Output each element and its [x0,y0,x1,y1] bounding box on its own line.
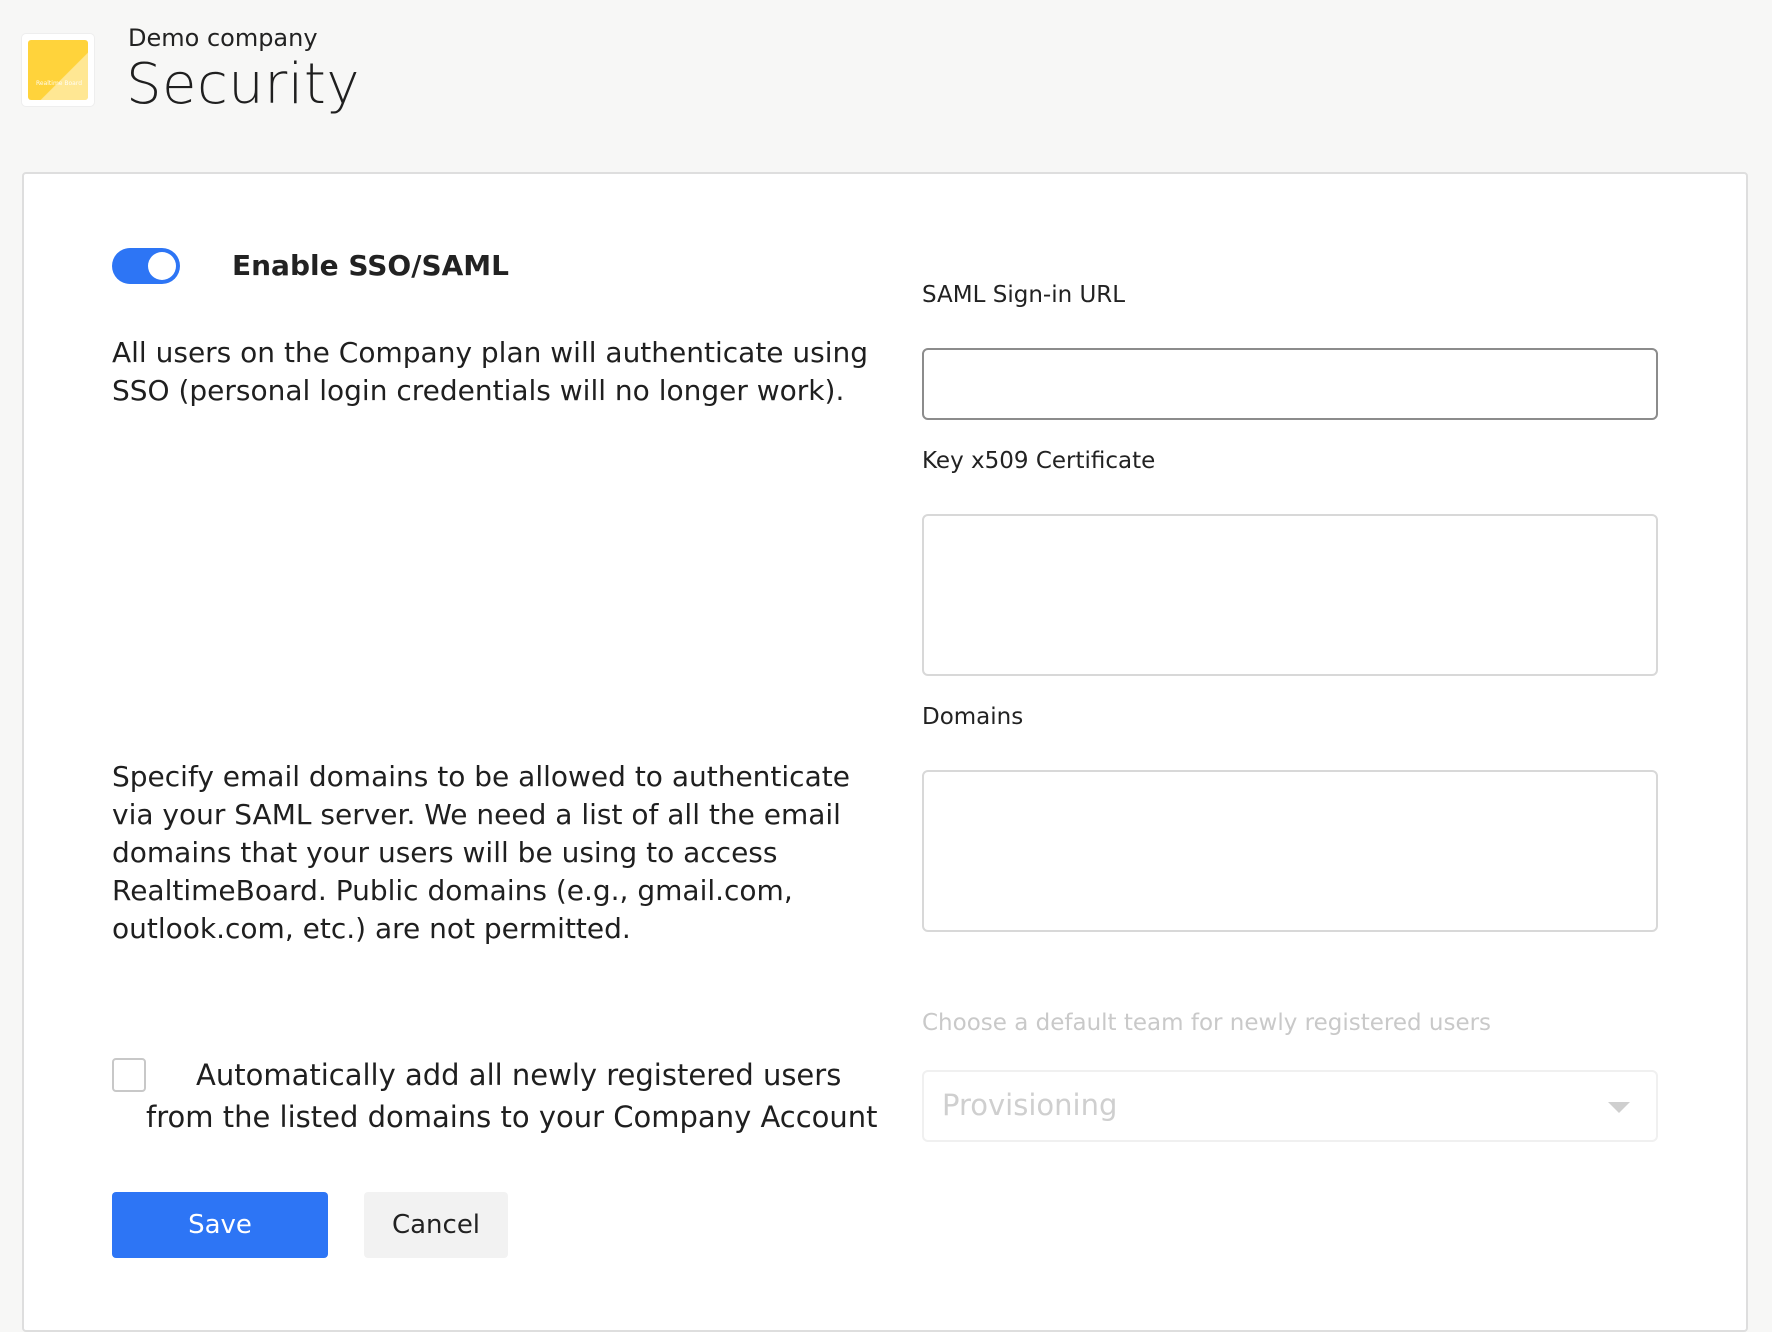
sso-toggle-label: Enable SSO/SAML [232,249,509,282]
domains-label: Domains [922,704,1024,730]
chevron-down-icon [1608,1102,1630,1113]
toggle-knob [148,252,176,280]
default-team-label: Choose a default team for newly register… [922,1010,1492,1036]
certificate-textarea[interactable] [922,514,1658,676]
domains-textarea[interactable] [922,770,1658,932]
auto-add-checkbox[interactable] [112,1058,146,1092]
sso-toggle[interactable] [112,248,180,284]
security-settings-card: Enable SSO/SAML All users on the Company… [22,172,1748,1332]
page-title: Security [126,52,360,117]
default-team-value: Provisioning [942,1088,1118,1122]
domains-description: Specify email domains to be allowed to a… [112,760,850,945]
logo-image: Realtime Board [28,40,88,100]
company-name: Demo company [128,24,318,52]
saml-url-label: SAML Sign-in URL [922,282,1126,308]
logo-text: Realtime Board [36,80,83,87]
default-team-select[interactable]: Provisioning [922,1070,1658,1142]
company-logo: Realtime Board [22,34,94,106]
save-button[interactable]: Save [112,1192,328,1258]
auto-add-label: Automatically add all newly registered u… [146,1058,878,1134]
certificate-label: Key x509 Certificate [922,448,1156,474]
saml-url-input[interactable] [922,348,1658,420]
cancel-button[interactable]: Cancel [364,1192,508,1258]
sso-description: All users on the Company plan will authe… [112,336,869,407]
